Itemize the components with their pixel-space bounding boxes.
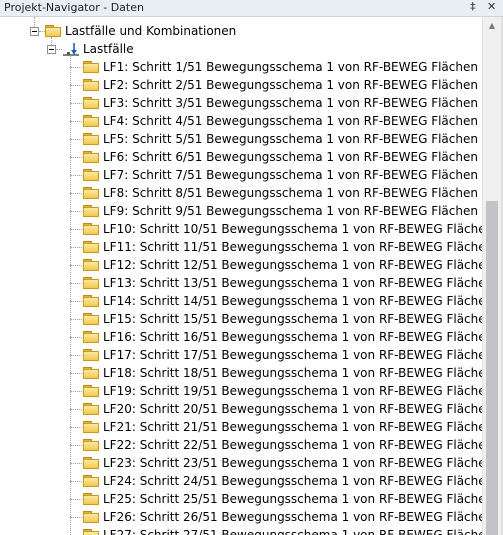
tree-item-label: LF24: Schritt 24/51 Bewegungsschema 1 vo… (103, 474, 494, 488)
tree-item-label: LF23: Schritt 23/51 Bewegungsschema 1 vo… (103, 456, 494, 470)
tree-item-label: LF21: Schritt 21/51 Bewegungsschema 1 vo… (103, 420, 494, 434)
folder-icon (83, 367, 99, 379)
folder-icon (83, 277, 99, 289)
tree-item-label: LF26: Schritt 26/51 Bewegungsschema 1 vo… (103, 510, 494, 524)
tree-connector (34, 17, 35, 27)
vertical-scrollbar[interactable]: ▲ (482, 17, 501, 535)
tree-node-label: Lastfälle (83, 42, 134, 56)
tree-item-label: LF3: Schritt 3/51 Bewegungsschema 1 von … (103, 96, 478, 110)
folder-icon (83, 313, 99, 325)
tree-item-label: LF8: Schritt 8/51 Bewegungsschema 1 von … (103, 186, 478, 200)
folder-icon (83, 295, 99, 307)
folder-icon (83, 529, 99, 535)
folder-icon (83, 169, 99, 181)
tree-item-label: LF7: Schritt 7/51 Bewegungsschema 1 von … (103, 168, 478, 182)
tree-item-label: LF13: Schritt 13/51 Bewegungsschema 1 vo… (103, 276, 494, 290)
folder-icon (83, 223, 99, 235)
tree-item-label: LF2: Schritt 2/51 Bewegungsschema 1 von … (103, 78, 478, 92)
tree-item-label: LF17: Schritt 17/51 Bewegungsschema 1 vo… (103, 348, 494, 362)
folder-icon (83, 151, 99, 163)
folder-icon (83, 61, 99, 73)
folder-icon (83, 115, 99, 127)
tree-item-label: LF25: Schritt 25/51 Bewegungsschema 1 vo… (103, 492, 494, 506)
tree-item-label: LF12: Schritt 12/51 Bewegungsschema 1 vo… (103, 258, 494, 272)
pin-icon[interactable]: ‡ (470, 0, 476, 13)
folder-icon (83, 385, 99, 397)
tree-item-label: LF10: Schritt 10/51 Bewegungsschema 1 vo… (103, 222, 494, 236)
folder-icon (83, 187, 99, 199)
tree-item-label: LF11: Schritt 11/51 Bewegungsschema 1 vo… (103, 240, 494, 254)
scroll-up-icon[interactable]: ▲ (483, 17, 501, 34)
tree-item-label: LF6: Schritt 6/51 Bewegungsschema 1 von … (103, 150, 478, 164)
folder-icon (83, 241, 99, 253)
tree-item-label: LF5: Schritt 5/51 Bewegungsschema 1 von … (103, 132, 478, 146)
load-cases-icon (63, 43, 79, 56)
folder-icon (83, 457, 99, 469)
tree-item-label: LF20: Schritt 20/51 Bewegungsschema 1 vo… (103, 402, 494, 416)
folder-icon (83, 421, 99, 433)
folder-icon (83, 493, 99, 505)
scroll-thumb[interactable] (486, 201, 498, 535)
folder-icon (83, 403, 99, 415)
folder-icon (83, 475, 99, 487)
tree-item-label: LF15: Schritt 15/51 Bewegungsschema 1 vo… (103, 312, 494, 326)
navigator-tree: Lastfälle und Kombinationen Lastfälle LF… (0, 17, 503, 535)
tree-item-label: LF16: Schritt 16/51 Bewegungsschema 1 vo… (103, 330, 494, 344)
tree-item-label: LF4: Schritt 4/51 Bewegungsschema 1 von … (103, 114, 478, 128)
collapse-toggle-root[interactable] (30, 27, 39, 36)
panel-title: Projekt-Navigator - Daten (4, 1, 144, 14)
close-icon[interactable]: ✕ (487, 0, 496, 13)
folder-icon (83, 349, 99, 361)
folder-icon (83, 133, 99, 145)
folder-icon (83, 511, 99, 523)
folder-icon (45, 25, 61, 37)
tree-item-label: LF18: Schritt 18/51 Bewegungsschema 1 vo… (103, 366, 494, 380)
tree-node-label: Lastfälle und Kombinationen (65, 24, 237, 38)
tree-item-label: LF22: Schritt 22/51 Bewegungsschema 1 vo… (103, 438, 494, 452)
folder-icon (83, 97, 99, 109)
collapse-toggle-group[interactable] (47, 45, 56, 54)
tree-item-label: LF19: Schritt 19/51 Bewegungsschema 1 vo… (103, 384, 494, 398)
folder-icon (83, 205, 99, 217)
tree-item-label: LF27: Schritt 27/51 Bewegungsschema 1 vo… (103, 528, 494, 535)
tree-item-label: LF14: Schritt 14/51 Bewegungsschema 1 vo… (103, 294, 494, 308)
folder-icon (83, 439, 99, 451)
tree-item-label: LF9: Schritt 9/51 Bewegungsschema 1 von … (103, 204, 478, 218)
panel-title-bar: Projekt-Navigator - Daten ‡ ✕ (0, 0, 503, 17)
folder-icon (83, 79, 99, 91)
folder-icon (83, 259, 99, 271)
folder-icon (83, 331, 99, 343)
tree-item-label: LF1: Schritt 1/51 Bewegungsschema 1 von … (103, 60, 478, 74)
